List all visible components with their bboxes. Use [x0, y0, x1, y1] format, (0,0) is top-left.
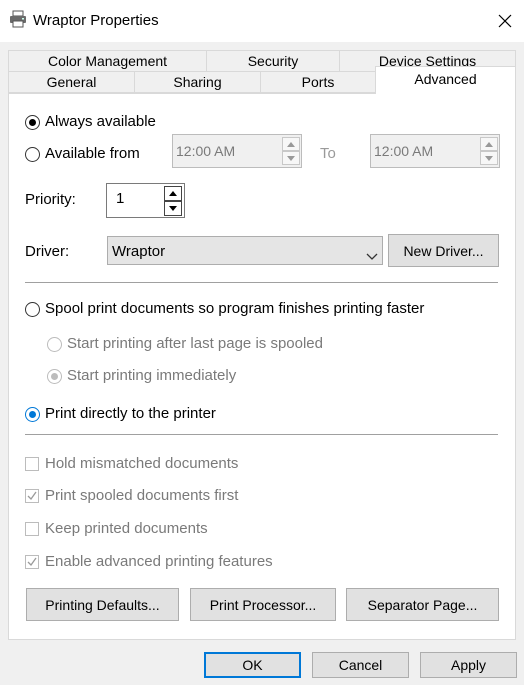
- divider: [25, 434, 498, 435]
- to-time-value: 12:00 AM: [374, 143, 434, 159]
- priority-stepper[interactable]: 1: [106, 183, 185, 218]
- priority-down-button[interactable]: [164, 201, 182, 216]
- hold-mismatched-label: Hold mismatched documents: [45, 455, 239, 472]
- print-spooled-first-label: Print spooled documents first: [45, 487, 239, 504]
- keep-printed-checkbox[interactable]: [25, 522, 39, 536]
- window-title: Wraptor Properties: [33, 12, 159, 29]
- driver-select[interactable]: Wraptor: [107, 236, 383, 265]
- divider: [25, 282, 498, 283]
- driver-label: Driver:: [25, 243, 70, 260]
- print-directly-label: Print directly to the printer: [45, 405, 216, 422]
- chevron-up-icon: [287, 141, 295, 147]
- separator-page-button[interactable]: Separator Page...: [346, 588, 499, 621]
- priority-label: Priority:: [25, 191, 76, 208]
- cancel-button[interactable]: Cancel: [312, 652, 409, 678]
- available-from-radio[interactable]: [25, 147, 40, 162]
- checkmark-icon: [27, 557, 37, 567]
- apply-button[interactable]: Apply: [420, 652, 517, 678]
- to-label: To: [320, 145, 336, 162]
- print-spooled-first-checkbox[interactable]: [25, 489, 39, 503]
- to-time-up-button[interactable]: [480, 137, 498, 151]
- keep-printed-label: Keep printed documents: [45, 520, 208, 537]
- start-after-last-page-radio[interactable]: [47, 337, 62, 352]
- always-available-radio[interactable]: [25, 115, 40, 130]
- priority-value: 1: [116, 190, 125, 207]
- tab-ports[interactable]: Ports: [260, 71, 376, 93]
- start-after-last-page-label: Start printing after last page is spoole…: [67, 335, 323, 352]
- tab-advanced[interactable]: Advanced: [375, 66, 516, 94]
- new-driver-button[interactable]: New Driver...: [388, 234, 499, 267]
- printing-defaults-button[interactable]: Printing Defaults...: [26, 588, 179, 621]
- driver-value: Wraptor: [112, 243, 166, 260]
- spool-radio[interactable]: [25, 302, 40, 317]
- to-time-field[interactable]: 12:00 AM: [370, 134, 500, 168]
- always-available-label: Always available: [45, 113, 156, 130]
- hold-mismatched-checkbox[interactable]: [25, 457, 39, 471]
- from-time-value: 12:00 AM: [176, 143, 236, 159]
- start-immediately-radio[interactable]: [47, 369, 62, 384]
- tab-general[interactable]: General: [8, 71, 135, 93]
- spool-label: Spool print documents so program finishe…: [45, 300, 425, 317]
- to-time-down-button[interactable]: [480, 151, 498, 165]
- close-icon: [498, 14, 512, 28]
- close-button[interactable]: [490, 8, 520, 34]
- print-directly-radio[interactable]: [25, 407, 40, 422]
- chevron-down-icon: [366, 247, 378, 263]
- chevron-down-icon: [485, 155, 493, 161]
- title-bar: Wraptor Properties: [0, 0, 524, 42]
- chevron-up-icon: [169, 191, 177, 196]
- enable-advanced-checkbox[interactable]: [25, 555, 39, 569]
- chevron-up-icon: [485, 141, 493, 147]
- print-processor-button[interactable]: Print Processor...: [190, 588, 336, 621]
- tab-color-management[interactable]: Color Management: [8, 50, 207, 72]
- from-time-up-button[interactable]: [282, 137, 300, 151]
- start-immediately-label: Start printing immediately: [67, 367, 237, 384]
- from-time-down-button[interactable]: [282, 151, 300, 165]
- priority-up-button[interactable]: [164, 186, 182, 201]
- ok-button[interactable]: OK: [204, 652, 301, 678]
- enable-advanced-label: Enable advanced printing features: [45, 553, 273, 570]
- from-time-field[interactable]: 12:00 AM: [172, 134, 302, 168]
- tab-sharing[interactable]: Sharing: [134, 71, 261, 93]
- available-from-label: Available from: [45, 145, 140, 162]
- checkmark-icon: [27, 491, 37, 501]
- chevron-down-icon: [287, 155, 295, 161]
- chevron-down-icon: [169, 206, 177, 211]
- printer-icon: [9, 10, 27, 28]
- tab-security[interactable]: Security: [206, 50, 340, 72]
